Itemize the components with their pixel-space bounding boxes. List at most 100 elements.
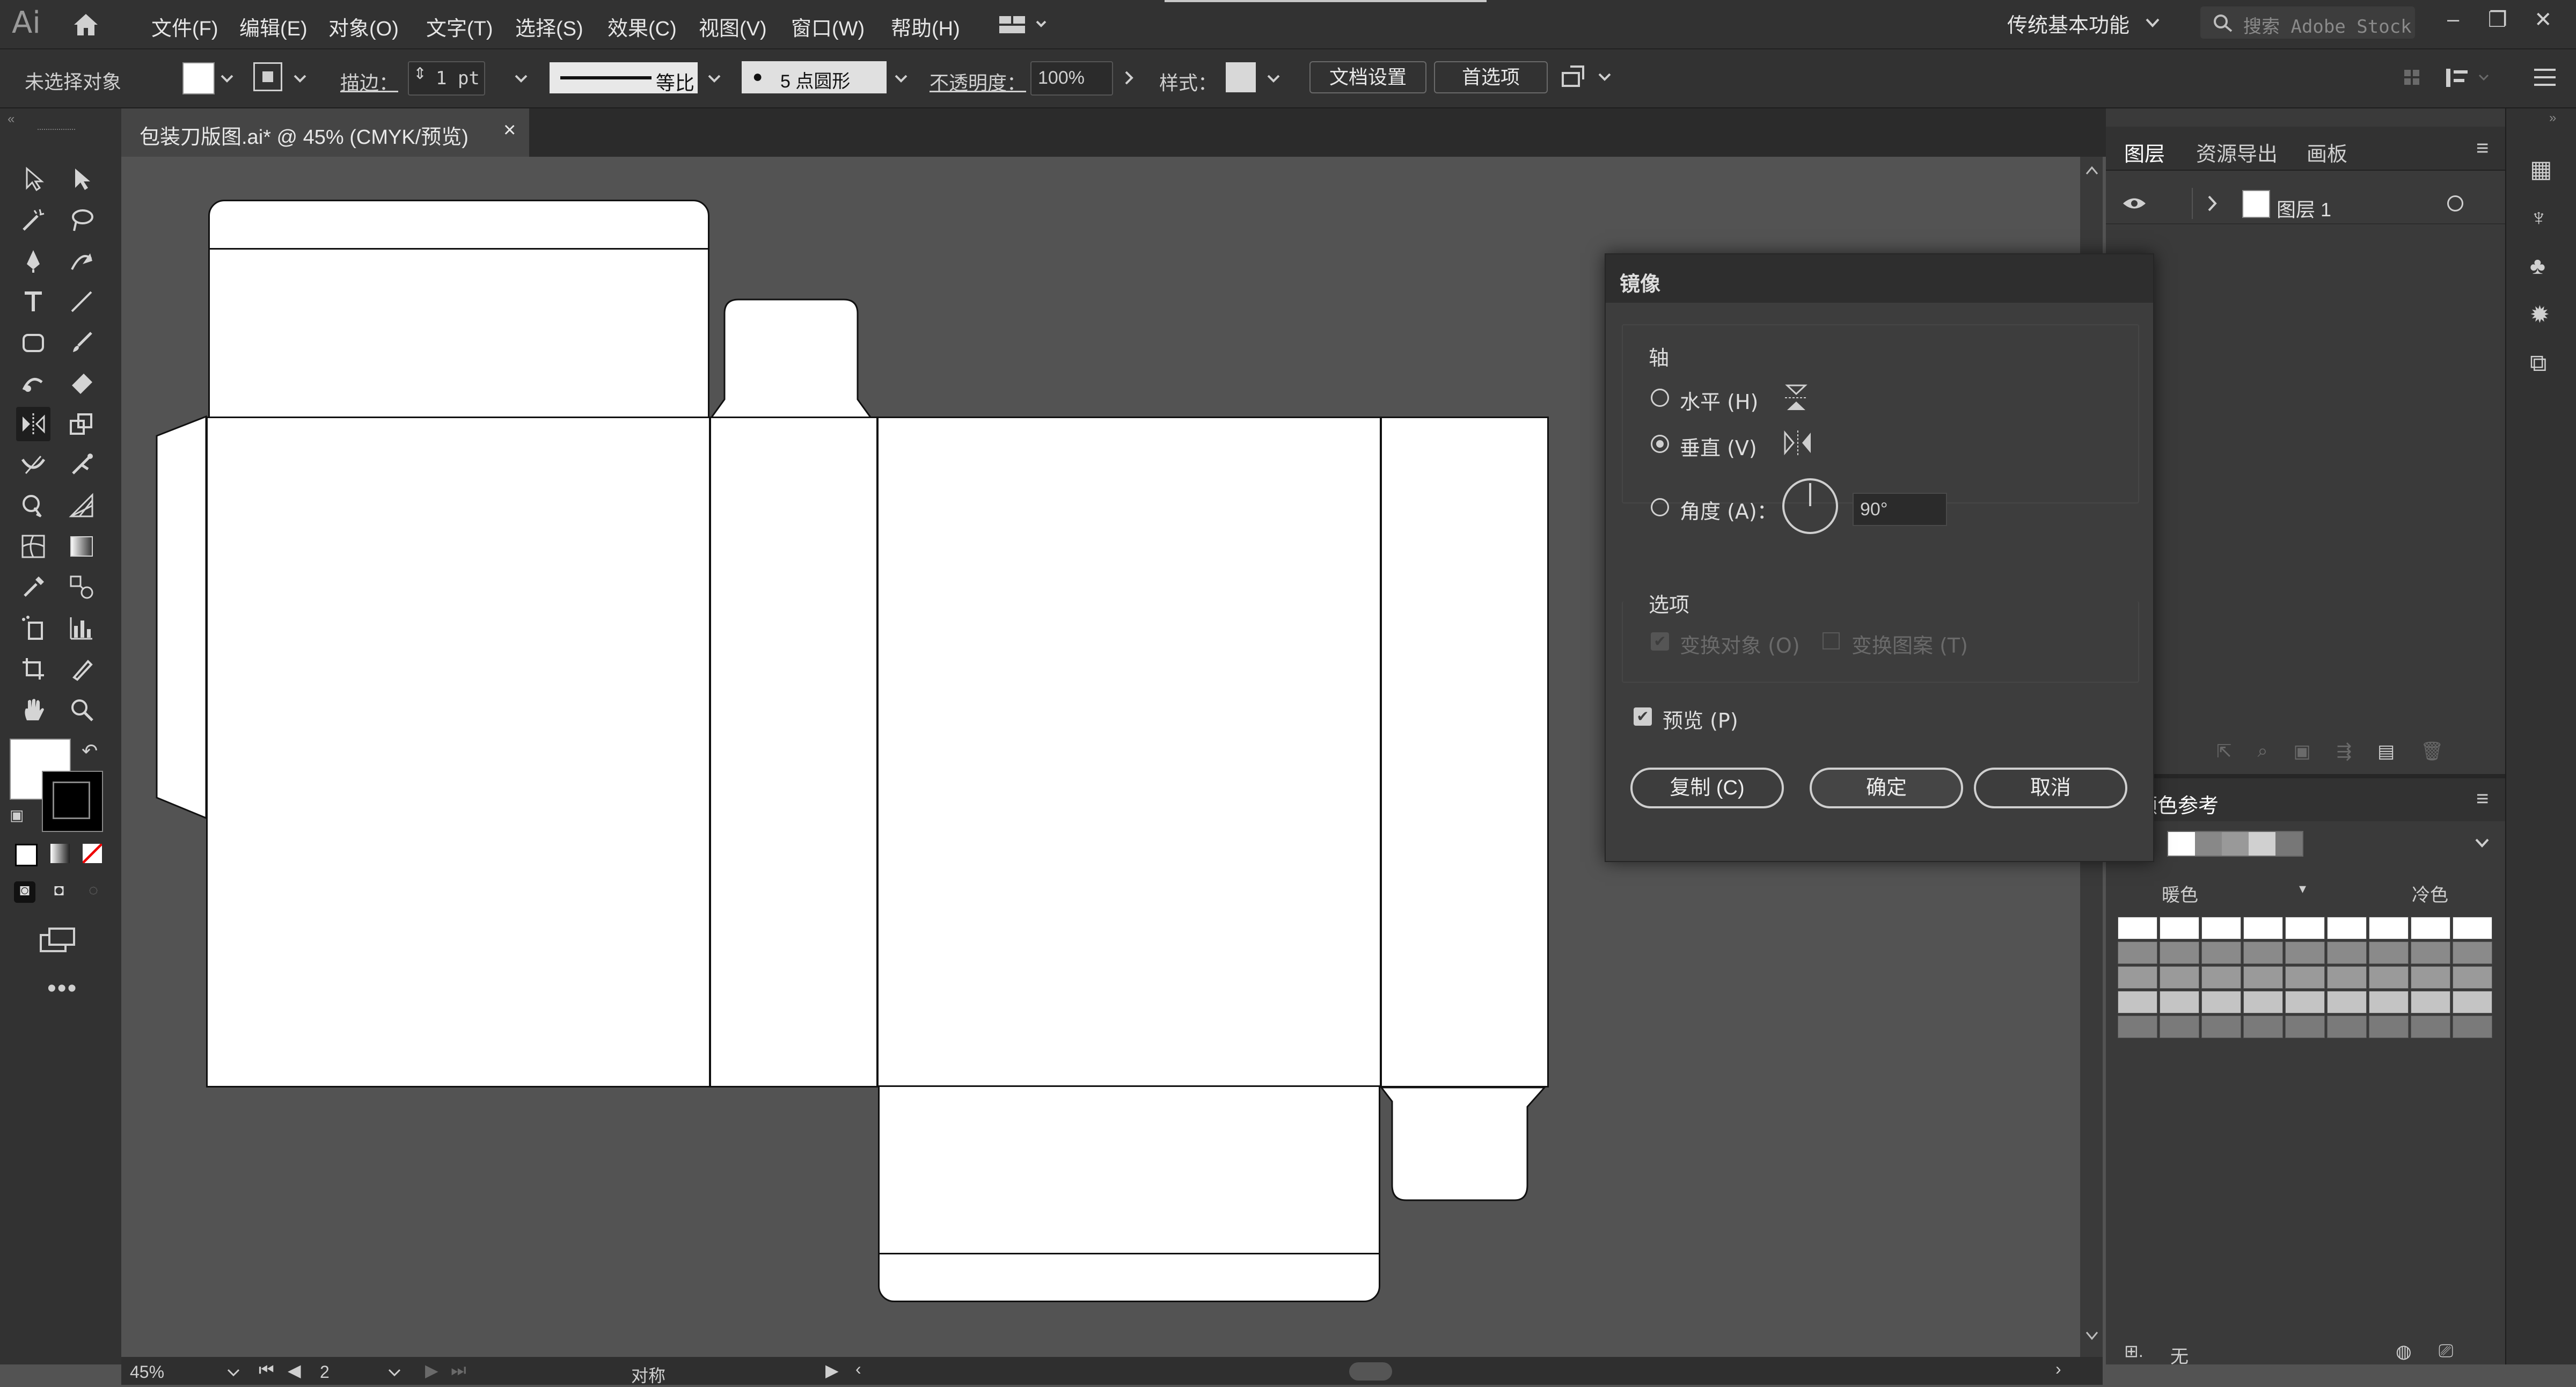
scroll-down-icon[interactable] (2085, 1330, 2098, 1341)
zoom-tool-icon[interactable] (64, 692, 99, 727)
stroke-indicator[interactable] (42, 771, 103, 832)
magic-wand-tool-icon[interactable] (16, 203, 50, 237)
fill-chevron-icon[interactable] (220, 73, 234, 86)
symbols-icon[interactable]: ♣ (2530, 253, 2552, 280)
close-tab-icon[interactable]: × (503, 118, 516, 142)
back-panel[interactable] (877, 417, 1381, 1087)
color-variation-swatch[interactable] (2411, 966, 2450, 989)
profile-chevron-icon[interactable] (707, 73, 721, 86)
status-menu-icon[interactable]: ▶ (825, 1360, 839, 1381)
color-variation-swatch[interactable] (2369, 966, 2409, 989)
collapse-toolbar-icon[interactable]: « (8, 112, 14, 127)
layer-row[interactable]: 图层 1 (2106, 184, 2505, 224)
menu-select[interactable]: 选择(S) (515, 12, 583, 41)
swap-fill-stroke-icon[interactable]: ↶ (82, 740, 98, 762)
color-variation-swatch[interactable] (2201, 917, 2241, 939)
swatch-library-icon[interactable]: ⊞. (2124, 1341, 2143, 1361)
menu-view[interactable]: 视图(V) (699, 12, 767, 41)
direct-selection-tool-icon[interactable] (64, 162, 99, 196)
top-tuck-flap[interactable] (208, 200, 709, 420)
edit-toolbar-icon[interactable]: ••• (47, 974, 77, 1003)
hand-tool-icon[interactable] (16, 692, 50, 727)
color-variation-swatch[interactable] (2285, 991, 2325, 1013)
draw-inside-icon[interactable]: ◌ (83, 881, 104, 903)
color-variation-swatch[interactable] (2243, 1016, 2283, 1038)
new-layer-icon[interactable]: ▤ (2377, 741, 2395, 762)
dust-flap-bottom[interactable] (1379, 1085, 1551, 1203)
stroke-label[interactable]: 描边： (340, 68, 398, 96)
color-variation-swatch[interactable] (2285, 1016, 2325, 1038)
none-mode-icon[interactable] (83, 844, 102, 863)
puppet-warp-tool-icon[interactable] (64, 448, 99, 482)
shaper-tool-icon[interactable] (16, 366, 50, 400)
brush-chevron-icon[interactable] (894, 73, 908, 86)
color-variation-swatch[interactable] (2411, 1016, 2450, 1038)
color-variation-swatch[interactable] (2369, 941, 2409, 964)
libraries-icon[interactable]: ▦ (2530, 156, 2552, 183)
color-variation-swatch[interactable] (2243, 991, 2283, 1013)
color-variation-swatch[interactable] (2369, 1016, 2409, 1038)
bottom-tuck-flap[interactable] (878, 1085, 1380, 1302)
color-variation-swatch[interactable] (2369, 917, 2409, 939)
color-variation-swatch[interactable] (2285, 966, 2325, 989)
color-variation-swatch[interactable] (2118, 991, 2157, 1013)
stroke-color-swatch[interactable] (253, 62, 282, 91)
workspace-chevron-icon[interactable] (2145, 16, 2161, 32)
first-artboard-icon[interactable]: ⏮ (259, 1360, 274, 1381)
draw-normal-icon[interactable]: ◙ (14, 881, 35, 903)
selection-tool-icon[interactable] (16, 162, 50, 196)
color-variation-swatch[interactable] (2160, 1016, 2199, 1038)
artboard-chevron-icon[interactable] (387, 1368, 401, 1378)
arrange-icon[interactable] (1560, 63, 1619, 93)
ok-button[interactable]: 确定 (1810, 768, 1963, 808)
variation-dropdown-icon[interactable]: ▾ (2299, 880, 2306, 897)
color-variation-swatch[interactable] (2118, 941, 2157, 964)
color-variation-swatch[interactable] (2453, 917, 2492, 939)
color-variation-swatch[interactable] (2327, 917, 2367, 939)
pen-tool-icon[interactable] (16, 244, 50, 278)
color-variation-swatch[interactable] (2118, 966, 2157, 989)
transform-icon[interactable]: ⧉ (2530, 350, 2552, 377)
dialog-title-bar[interactable]: 镜像 (1606, 254, 2153, 303)
scroll-right-icon[interactable]: › (2055, 1359, 2061, 1379)
save-group-icon[interactable]: ⎚ (2439, 1341, 2453, 1362)
close-window-icon[interactable]: ✕ (2534, 8, 2552, 32)
menu-help[interactable]: 帮助(H) (891, 12, 960, 41)
workspace-switcher[interactable]: 传统基本功能 (2007, 9, 2129, 38)
color-variation-swatch[interactable] (2285, 941, 2325, 964)
tab-layers[interactable]: 图层 (2124, 137, 2165, 167)
document-tab[interactable]: 包装刀版图.ai* @ 45% (CMYK/预览) × (121, 108, 529, 157)
gradient-mode-icon[interactable] (50, 844, 70, 863)
glue-flap[interactable] (155, 414, 214, 822)
color-variation-swatch[interactable] (2118, 1016, 2157, 1038)
color-variation-swatch[interactable] (2201, 941, 2241, 964)
color-variation-swatch[interactable] (2327, 991, 2367, 1013)
visibility-eye-icon[interactable] (2122, 195, 2147, 211)
stroke-chevron-icon[interactable] (293, 73, 307, 86)
slice-tool-icon[interactable] (64, 652, 99, 686)
menu-type[interactable]: 文字(T) (426, 12, 493, 41)
clipping-mask-icon[interactable]: ▣ (2294, 741, 2311, 762)
lock-toggle[interactable] (2192, 188, 2193, 219)
color-variation-swatch[interactable] (2369, 991, 2409, 1013)
eraser-tool-icon[interactable] (64, 366, 99, 400)
gradient-tool-icon[interactable] (64, 529, 99, 564)
document-setup-button[interactable]: 文档设置 (1309, 61, 1426, 93)
graphic-style-swatch[interactable] (1226, 62, 1256, 92)
width-tool-icon[interactable] (16, 448, 50, 482)
appearance-icon[interactable]: ✹ (2530, 301, 2552, 328)
horizontal-radio[interactable] (1651, 389, 1669, 407)
opacity-label[interactable]: 不透明度： (930, 68, 1026, 96)
scroll-up-icon[interactable] (2085, 165, 2098, 176)
preview-checkbox[interactable]: ✔ (1634, 707, 1652, 726)
color-guide-menu-icon[interactable]: ≡ (2476, 787, 2489, 811)
copy-button[interactable]: 复制 (C) (1630, 768, 1784, 808)
color-variation-swatch[interactable] (2201, 1016, 2241, 1038)
scroll-left-icon[interactable]: ‹ (855, 1359, 861, 1379)
color-variation-swatch[interactable] (2285, 917, 2325, 939)
transform-patterns-checkbox[interactable] (1823, 632, 1840, 649)
column-graph-tool-icon[interactable] (64, 611, 99, 645)
fill-color-swatch[interactable] (182, 62, 215, 94)
line-segment-tool-icon[interactable] (64, 284, 99, 319)
color-variation-swatch[interactable] (2243, 917, 2283, 939)
